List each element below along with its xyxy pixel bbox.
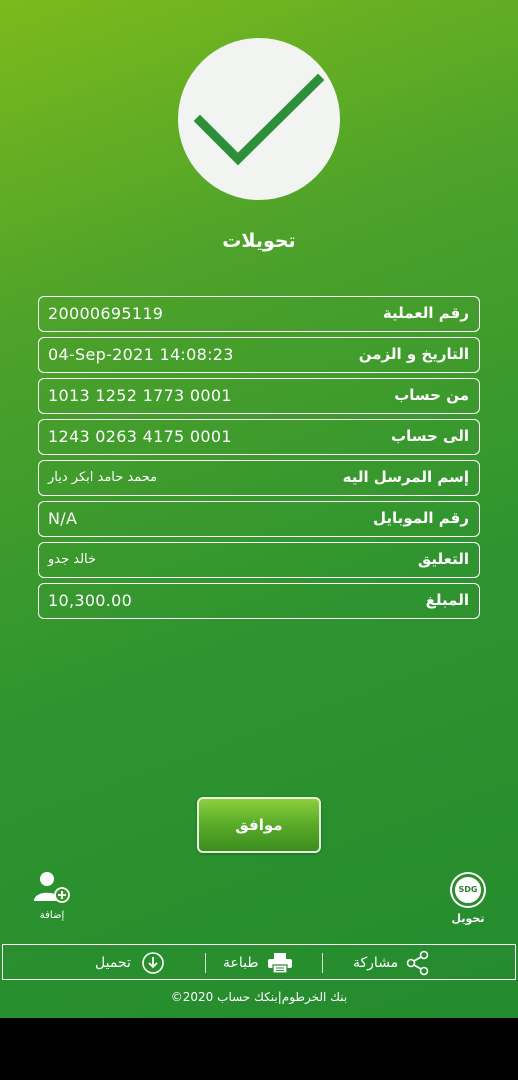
detail-label: التعليق bbox=[417, 550, 469, 568]
sdg-currency-icon: SDG bbox=[452, 874, 484, 906]
download-label: تحميل bbox=[95, 955, 131, 971]
add-user-icon bbox=[34, 872, 70, 903]
detail-label: التاريخ و الزمن bbox=[358, 345, 469, 363]
detail-value: 20000695119 bbox=[48, 304, 164, 323]
detail-row-mobile: رقم الموبايل N/A bbox=[38, 501, 480, 537]
detail-row-comment: التعليق خالد جدو bbox=[38, 542, 480, 578]
detail-row-recipient-name: إسم المرسل اليه محمد حامد ابكر ديار bbox=[38, 460, 480, 496]
print-label: طباعة bbox=[223, 955, 259, 971]
detail-row-from-account: من حساب 1013 1252 1773 0001 bbox=[38, 378, 480, 414]
detail-row-datetime: التاريخ و الزمن 04-Sep-2021 14:08:23 bbox=[38, 337, 480, 373]
detail-row-transaction-number: رقم العملية 20000695119 bbox=[38, 296, 480, 332]
download-icon bbox=[142, 952, 165, 974]
transfer-label: تحويل bbox=[451, 912, 485, 925]
detail-value: خالد جدو bbox=[48, 552, 97, 567]
share-button[interactable]: مشاركة bbox=[353, 945, 431, 981]
detail-value: 10,300.00 bbox=[48, 591, 133, 610]
detail-label: رقم العملية bbox=[382, 304, 469, 322]
download-button[interactable]: تحميل bbox=[95, 945, 165, 981]
detail-label: رقم الموبايل bbox=[373, 509, 469, 527]
print-button[interactable]: طباعة bbox=[223, 945, 293, 981]
add-contact-label: إضافة bbox=[39, 910, 65, 921]
transaction-details: رقم العملية 20000695119 التاريخ و الزمن … bbox=[38, 296, 480, 624]
action-bar: تحميل طباعة مشاركة bbox=[2, 944, 516, 980]
detail-row-amount: المبلغ 10,300.00 bbox=[38, 583, 480, 619]
detail-row-to-account: الى حساب 1243 0263 4175 0001 bbox=[38, 419, 480, 455]
add-contact-button[interactable]: إضافة bbox=[30, 870, 74, 921]
detail-label: المبلغ bbox=[425, 591, 469, 609]
detail-value: محمد حامد ابكر ديار bbox=[48, 470, 158, 485]
divider bbox=[205, 953, 206, 973]
detail-value: N/A bbox=[48, 509, 78, 528]
receipt-screen: تحويلات رقم العملية 20000695119 التاريخ … bbox=[0, 0, 518, 1018]
page-title: تحويلات bbox=[222, 230, 296, 252]
detail-label: إسم المرسل اليه bbox=[342, 468, 469, 486]
footer-copyright: ©2020 بنك الخرطوم|بنكك حساب bbox=[170, 990, 348, 1004]
share-label: مشاركة bbox=[353, 955, 399, 971]
detail-value: 04-Sep-2021 14:08:23 bbox=[48, 345, 234, 364]
success-check-icon bbox=[178, 38, 340, 200]
ok-button[interactable]: موافق bbox=[197, 797, 321, 853]
detail-label: من حساب bbox=[394, 386, 469, 404]
transfer-sdg-button[interactable]: SDG تحويل bbox=[446, 874, 490, 925]
divider bbox=[322, 953, 323, 973]
detail-value: 1243 0263 4175 0001 bbox=[48, 427, 232, 446]
printer-icon bbox=[267, 953, 292, 974]
share-icon bbox=[406, 950, 428, 976]
detail-value: 1013 1252 1773 0001 bbox=[48, 386, 232, 405]
detail-label: الى حساب bbox=[391, 427, 469, 445]
